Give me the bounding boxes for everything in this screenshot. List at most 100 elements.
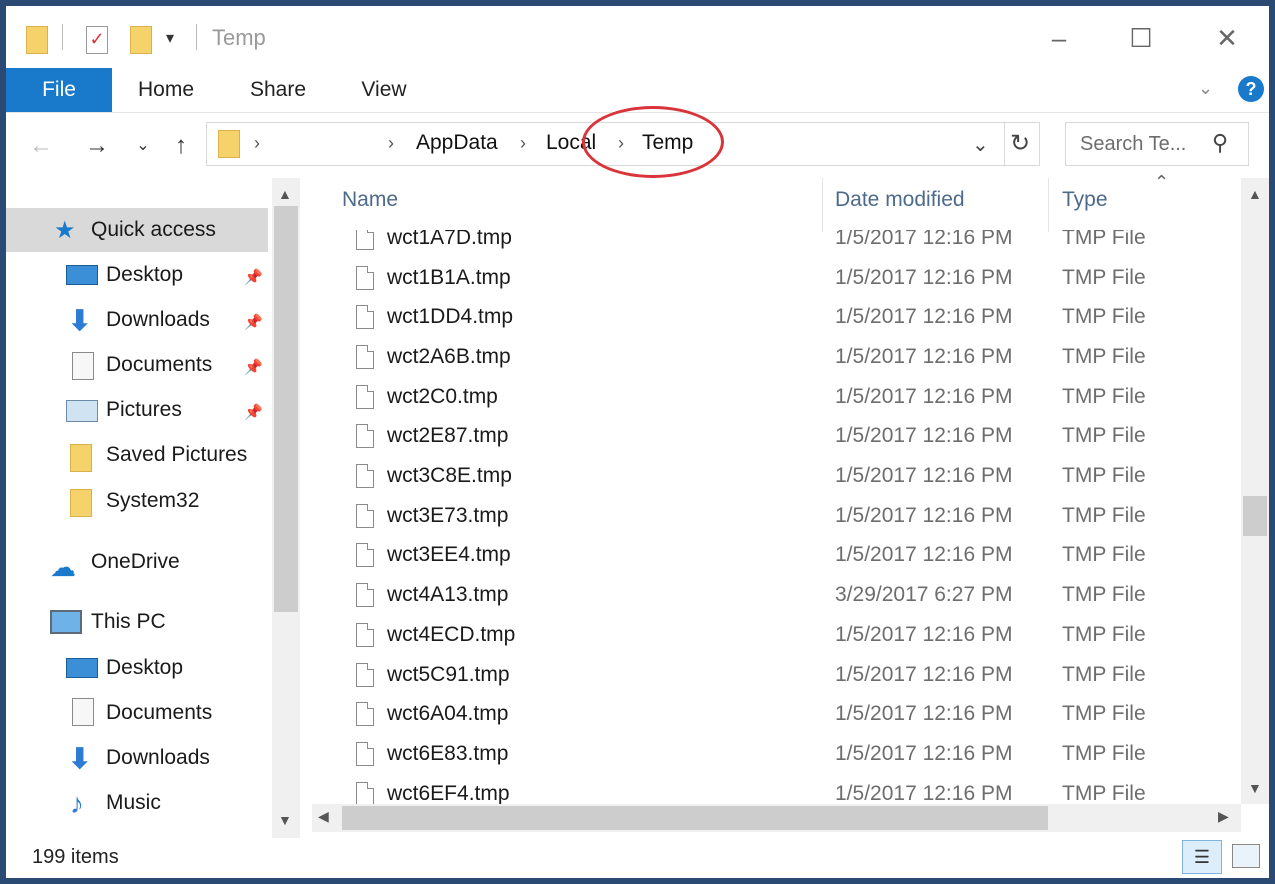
column-header-date[interactable]: Date modified xyxy=(835,188,965,212)
file-icon xyxy=(356,384,374,409)
file-date-modified: 1/5/2017 12:16 PM xyxy=(835,622,1013,646)
nav-quick-documents[interactable]: Documents xyxy=(106,353,212,377)
file-icon xyxy=(356,464,374,489)
nav-pc-music[interactable]: Music xyxy=(106,791,161,815)
forward-button[interactable]: → xyxy=(80,129,114,163)
file-name: wct2C0.tmp xyxy=(387,384,498,408)
file-type: TMP File xyxy=(1062,662,1146,686)
maximize-button[interactable]: ☐ xyxy=(1118,18,1164,58)
file-row[interactable]: wct3C8E.tmp 1/5/2017 12:16 PM TMP File xyxy=(312,456,1241,496)
file-name: wct3EE4.tmp xyxy=(387,543,511,567)
file-type: TMP File xyxy=(1062,464,1146,488)
downloads-icon: ⬇ xyxy=(68,743,92,774)
qat-dropdown-icon[interactable]: ▾ xyxy=(166,28,174,48)
chevron-right-icon[interactable]: › xyxy=(254,133,260,154)
large-icons-view-icon[interactable] xyxy=(1232,844,1260,868)
file-row[interactable]: wct1DD4.tmp 1/5/2017 12:16 PM TMP File xyxy=(312,297,1241,337)
chevron-right-icon[interactable]: › xyxy=(388,133,394,154)
properties-icon[interactable]: ✓ xyxy=(86,26,108,54)
explorer-window: ✓ ▾ Temp – ☐ ✕ File Home Share View ⌄ ? … xyxy=(6,6,1269,878)
file-row[interactable]: wct2C0.tmp 1/5/2017 12:16 PM TMP File xyxy=(312,377,1241,417)
nav-quick-pictures[interactable]: Pictures xyxy=(106,398,182,422)
file-row[interactable]: wct3EE4.tmp 1/5/2017 12:16 PM TMP File xyxy=(312,536,1241,576)
status-item-count: 199 items xyxy=(32,846,119,868)
file-row[interactable]: wct5C91.tmp 1/5/2017 12:16 PM TMP File xyxy=(312,655,1241,695)
column-divider[interactable] xyxy=(822,178,823,232)
scroll-right-icon[interactable]: ▶ xyxy=(1218,808,1229,825)
file-row[interactable]: wct3E73.tmp 1/5/2017 12:16 PM TMP File xyxy=(312,496,1241,536)
content-scrollbar-thumb[interactable] xyxy=(1243,496,1267,536)
file-row[interactable]: wct1B1A.tmp 1/5/2017 12:16 PM TMP File xyxy=(312,258,1241,298)
scroll-up-icon[interactable]: ▲ xyxy=(1248,186,1262,202)
file-row[interactable]: wct2E87.tmp 1/5/2017 12:16 PM TMP File xyxy=(312,417,1241,457)
nav-pc-documents[interactable]: Documents xyxy=(106,701,212,725)
search-icon[interactable]: ⚲ xyxy=(1212,130,1228,156)
nav-scrollbar-thumb[interactable] xyxy=(274,206,298,612)
pin-icon[interactable]: 📌 xyxy=(244,403,263,421)
file-date-modified: 1/5/2017 12:16 PM xyxy=(835,781,1013,804)
file-row[interactable]: wct4A13.tmp 3/29/2017 6:27 PM TMP File xyxy=(312,575,1241,615)
nav-quick-desktop[interactable]: Desktop xyxy=(106,263,183,287)
file-name: wct3E73.tmp xyxy=(387,503,509,527)
tab-file[interactable]: File xyxy=(6,68,112,112)
file-row[interactable]: wct6E83.tmp 1/5/2017 12:16 PM TMP File xyxy=(312,734,1241,774)
nav-quick-system32[interactable]: System32 xyxy=(106,489,199,513)
pin-icon[interactable]: 📌 xyxy=(244,358,263,376)
chevron-right-icon[interactable]: › xyxy=(520,133,526,154)
file-icon xyxy=(356,503,374,528)
address-dropdown-icon[interactable]: ⌄ xyxy=(972,132,989,157)
nav-pc-desktop[interactable]: Desktop xyxy=(106,656,183,680)
scroll-down-icon[interactable]: ▼ xyxy=(278,812,292,828)
documents-icon xyxy=(72,698,94,726)
file-type: TMP File xyxy=(1062,305,1146,329)
file-type: TMP File xyxy=(1062,583,1146,607)
refresh-icon[interactable]: ↻ xyxy=(1010,129,1030,158)
column-divider[interactable] xyxy=(1048,178,1049,232)
nav-quick-access[interactable]: Quick access xyxy=(91,218,216,242)
nav-quick-downloads[interactable]: Downloads xyxy=(106,308,210,332)
horizontal-scrollbar-thumb[interactable] xyxy=(342,806,1048,830)
tab-share[interactable]: Share xyxy=(238,68,318,112)
folder-icon xyxy=(70,489,92,517)
tab-home[interactable]: Home xyxy=(126,68,206,112)
file-icon xyxy=(356,702,374,727)
recent-locations-icon[interactable]: ⌄ xyxy=(126,129,160,163)
file-row[interactable]: wct2A6B.tmp 1/5/2017 12:16 PM TMP File xyxy=(312,337,1241,377)
scroll-down-icon[interactable]: ▼ xyxy=(1248,780,1262,796)
back-button[interactable]: ← xyxy=(24,129,58,163)
file-type: TMP File xyxy=(1062,503,1146,527)
expand-ribbon-icon[interactable]: ⌄ xyxy=(1198,78,1213,99)
file-type: TMP File xyxy=(1062,741,1146,765)
column-header-name[interactable]: Name xyxy=(342,188,398,212)
file-date-modified: 1/5/2017 12:16 PM xyxy=(835,464,1013,488)
minimize-button[interactable]: – xyxy=(1036,18,1082,58)
help-icon[interactable]: ? xyxy=(1238,76,1264,102)
file-date-modified: 1/5/2017 12:16 PM xyxy=(835,384,1013,408)
file-row[interactable]: wct1A7D.tmp 1/5/2017 12:16 PM TMP File xyxy=(312,230,1241,258)
close-button[interactable]: ✕ xyxy=(1204,18,1250,58)
scroll-up-icon[interactable]: ▲ xyxy=(278,186,292,202)
nav-pc-downloads[interactable]: Downloads xyxy=(106,746,210,770)
details-view-icon[interactable]: ☰ xyxy=(1182,840,1222,874)
file-row[interactable]: wct4ECD.tmp 1/5/2017 12:16 PM TMP File xyxy=(312,615,1241,655)
column-header-type[interactable]: Type xyxy=(1062,188,1108,212)
music-icon: ♪ xyxy=(70,788,84,819)
file-date-modified: 1/5/2017 12:16 PM xyxy=(835,344,1013,368)
file-type: TMP File xyxy=(1062,230,1146,249)
qat-divider xyxy=(196,24,197,50)
nav-onedrive[interactable]: OneDrive xyxy=(91,550,180,574)
breadcrumb-appdata[interactable]: AppData xyxy=(416,131,498,155)
pin-icon[interactable]: 📌 xyxy=(244,313,263,331)
highlight-circle xyxy=(582,106,724,178)
scroll-left-icon[interactable]: ◀ xyxy=(318,808,329,825)
nav-this-pc[interactable]: This PC xyxy=(91,610,166,634)
content-scrollbar[interactable] xyxy=(1241,178,1269,804)
file-icon xyxy=(356,583,374,608)
file-row[interactable]: wct6EF4.tmp 1/5/2017 12:16 PM TMP File xyxy=(312,774,1241,804)
tab-view[interactable]: View xyxy=(344,68,424,112)
up-button[interactable]: ↑ xyxy=(164,129,198,163)
nav-quick-saved-pictures[interactable]: Saved Pictures xyxy=(106,443,247,467)
file-row[interactable]: wct6A04.tmp 1/5/2017 12:16 PM TMP File xyxy=(312,694,1241,734)
new-folder-icon[interactable] xyxy=(130,26,152,54)
pin-icon[interactable]: 📌 xyxy=(244,268,263,286)
